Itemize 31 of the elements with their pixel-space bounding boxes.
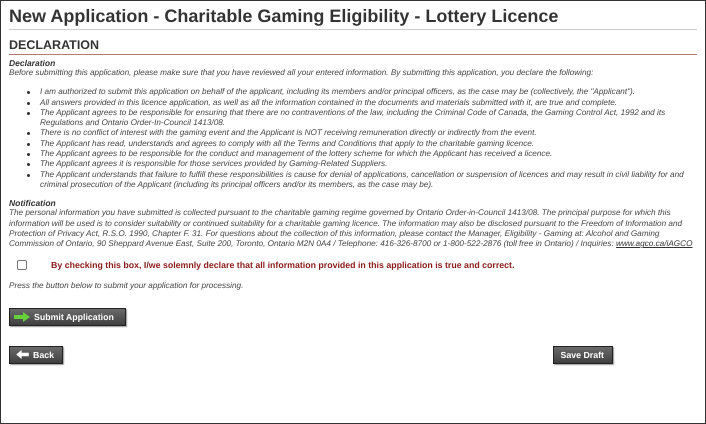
back-button[interactable]: Back [9,346,64,364]
inquiries-link[interactable]: www.agco.ca/iAGCO [616,239,692,248]
notification-text: The personal information you have submitted is collected pursuant to the charitable gaming regime governed by Ontario Order-in-Council 1413/08. The principal purpose for which this information will be used is to consider suitability or continued suitability for a charitable gaming licence. The information may also be disclosed pursuant to the Freedom of Information and Protection of Privacy Act, R.S.O. 1990, Chapter F. 31. For questions about the collection of this information, please contact the Manager, Eligibility - Gaming at: Alcohol and Gaming Commission of Ontario, 90 Sheppard Avenue East, Suite 200, Toronto, Ontario M2N 0A4 / Telephone: 416-326-8700 or 1-800-522-2876 (toll free in Ontario) / Inquiries: www.agco.ca/iAGCO [9,208,694,250]
bullet-icon [27,174,30,177]
declaration-item: All answers provided in this licence application, as well as all the information contained in the documents and materials submitted with it, are true and complete. [40,98,618,108]
bullet-icon [27,132,30,136]
confirm-label: By checking this box, I/we solemnly declare that all information provided in this application is true and correct. [51,260,514,270]
intro-text: Before submitting this application, please make sure that you have reviewed all your entered information. By submitting this application, you declare the following: [9,68,594,78]
bullet-icon [27,102,30,105]
declaration-item: The Applicant agrees to be responsible for ensuring that there are no contraventions of the law, including the Criminal Code of Canada, the Gaming Control Act, 1992 and its Regulations and Ontario Order-In-Council 1413/08. [40,108,666,128]
bullet-icon [27,153,30,156]
declaration-item: The Applicant agrees to be responsible for the conduct and management of the lottery scheme for which the Applicant has received a licence. [40,149,554,160]
bullet-icon [27,163,30,166]
save-draft-button[interactable]: Save Draft [553,346,613,364]
instruction-text: Press the button below to submit your application for processing. [9,281,244,292]
page-title: New Application - Charitable Gaming Eligibility - Lottery Licence [9,6,697,30]
submit-button[interactable]: Submit Application [9,308,126,326]
arrow-right-icon [14,312,30,322]
declaration-item: The Applicant agrees it is responsible for those services provided by Gaming-Related Suppliers. [40,159,388,170]
bullet-icon [27,91,30,94]
declaration-label: Declaration [9,58,56,68]
bullet-icon [27,112,30,115]
declaration-item: The Applicant understands that failure to fulfill these responsibilities is cause for denial of applications, cancellation or suspension of licences and may result in civil liability for and criminal prosecution of the Applicant (including its principal officers and/or its members, as the case may be). [40,170,685,190]
notification-label: Notification [9,198,57,208]
arrow-left-icon [16,350,29,360]
declaration-item: There is no conflict of interest with the gaming event and the Applicant is NOT receiving remuneration directly or indirectly from the event. [40,128,538,139]
declaration-item: The Applicant has read, understands and agrees to comply with all the Terms and Conditions that apply to the charitable gaming licence. [40,138,536,150]
bullet-icon [27,142,30,146]
section-heading: DECLARATION [9,38,697,55]
confirm-checkbox[interactable] [17,260,27,270]
declaration-item: I am authorized to submit this application on behalf of the applicant, including its members and/or principal officers, as the case may be (collectively, the "Applicant"). [40,87,636,98]
